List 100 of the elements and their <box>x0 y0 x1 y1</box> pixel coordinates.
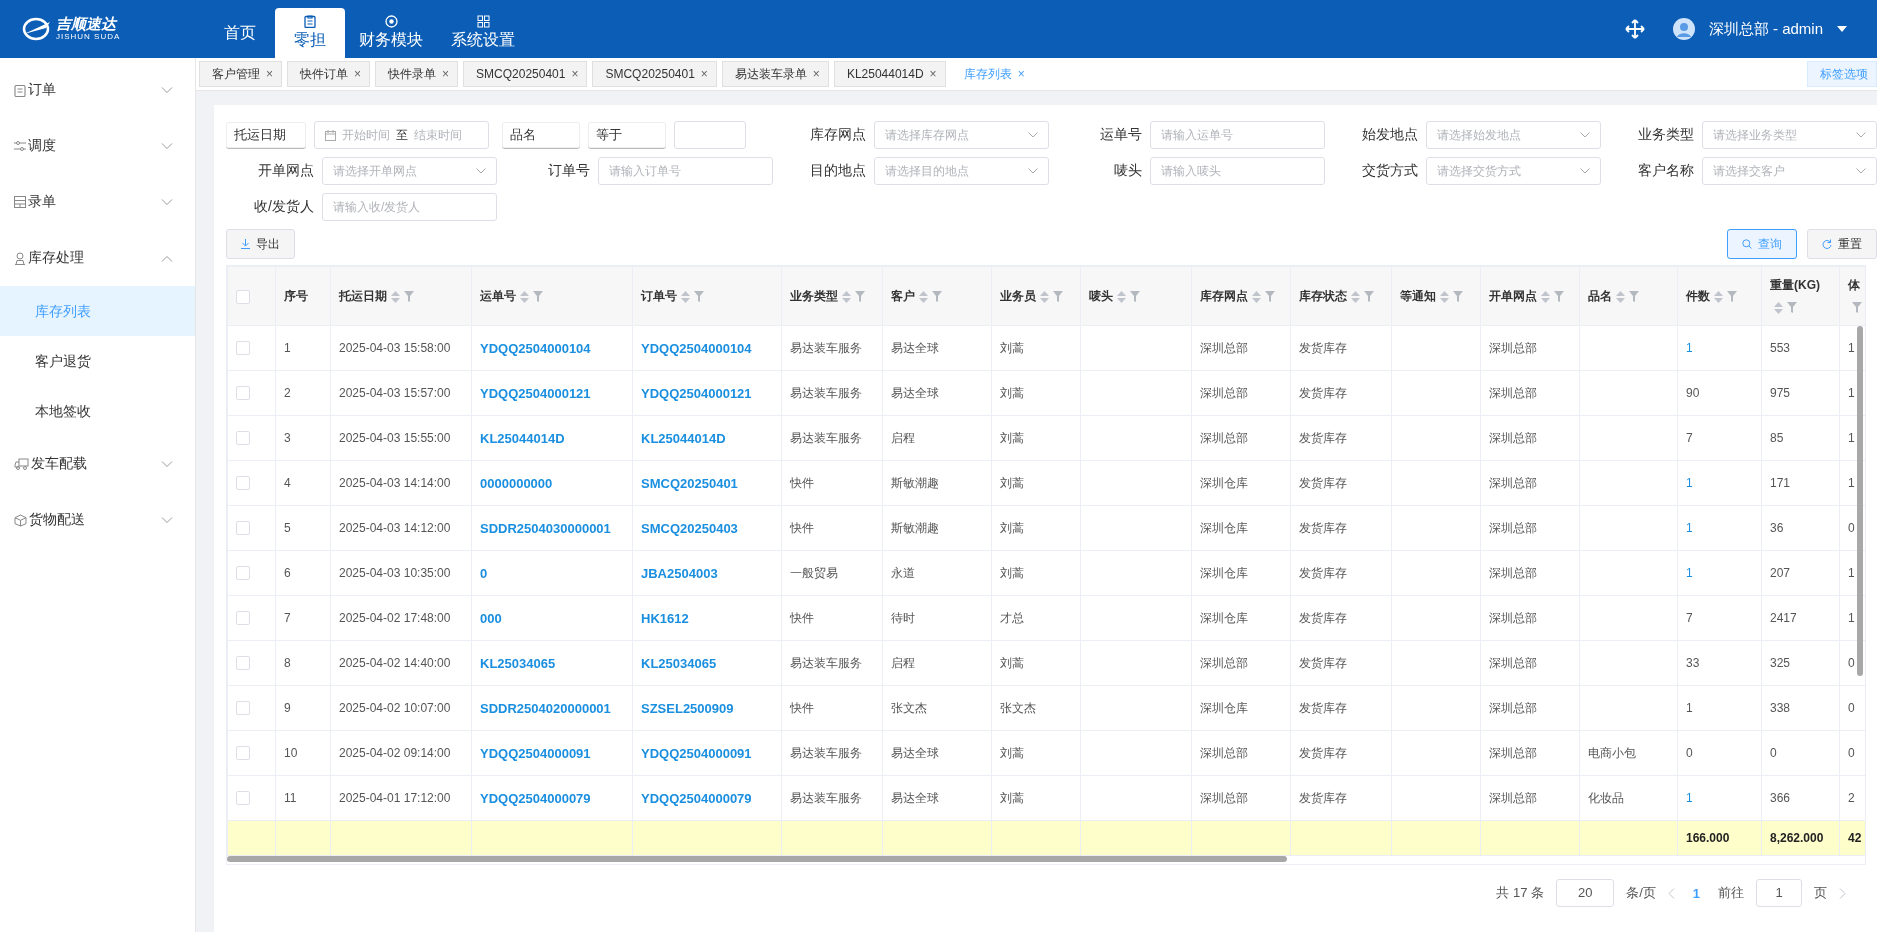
sidebar-subitem[interactable]: 客户退货 <box>0 336 195 386</box>
table-cell: 发货库存 <box>1290 730 1392 776</box>
field-select[interactable]: 品名 <box>502 121 580 149</box>
sidebar-item[interactable]: 货物配送 <box>0 492 195 548</box>
page-tab[interactable]: 快件录单 × <box>375 61 459 87</box>
table-cell: 171 <box>1761 460 1840 506</box>
table-cell: 深圳总部 <box>1191 415 1291 461</box>
table-cell: SMCQ20250403 <box>632 505 782 551</box>
filter-label: 开单网点 <box>257 162 314 180</box>
table-cell: 325 <box>1761 640 1840 686</box>
table-cell: 2025-04-03 14:12:00 <box>330 505 472 551</box>
table-cell: 易达全球 <box>882 325 992 371</box>
column-header[interactable]: 库存网点 <box>1191 266 1291 326</box>
table-cell: 9 <box>275 685 331 731</box>
table-cell: 易达装车服务 <box>781 640 883 686</box>
table-cell: YDQQ2504000104 <box>471 325 633 371</box>
column-header[interactable]: 运单号 <box>471 266 633 326</box>
reset-button[interactable]: 重置 <box>1807 229 1877 259</box>
table-cell: 刘蒿 <box>991 415 1081 461</box>
table-cell: 易达全球 <box>882 775 992 821</box>
table-cell: 1 <box>1677 550 1762 596</box>
table-cell: 2025-04-03 14:14:00 <box>330 460 472 506</box>
table-cell: 易达装车服务 <box>781 775 883 821</box>
page-tab[interactable]: SMCQ20250401 × <box>463 61 588 87</box>
column-header[interactable]: 托运日期 <box>330 266 472 326</box>
table-cell: 2025-04-02 14:40:00 <box>330 640 472 686</box>
table-cell: 发货库存 <box>1290 685 1392 731</box>
operator-select[interactable]: 等于 <box>588 121 666 149</box>
page-tab[interactable]: 快件订单 × <box>287 61 371 87</box>
input-field[interactable]: 请输入运单号 <box>1150 121 1325 149</box>
filter-label: 客户名称 <box>1637 162 1694 180</box>
table-cell: 永道 <box>882 550 992 596</box>
filter-label: 始发地点 <box>1361 126 1418 144</box>
nav-tab[interactable]: 财务模块 <box>345 8 437 58</box>
page-input[interactable]: 1 <box>1756 879 1802 907</box>
table-cell: 338 <box>1761 685 1840 731</box>
input-field[interactable]: 请输入唛头 <box>1150 157 1325 185</box>
table-cell: 刘蒿 <box>991 505 1081 551</box>
sidebar-item[interactable]: 录单 <box>0 174 195 230</box>
export-button[interactable]: 导出 <box>226 229 295 259</box>
table-cell: 深圳总部 <box>1191 730 1291 776</box>
table-cell: 5 <box>275 505 331 551</box>
nav-tab[interactable]: 零担 <box>275 8 345 58</box>
table-cell: 刘蒿 <box>991 325 1081 371</box>
column-header[interactable]: 体 <box>1839 266 1865 326</box>
column-header[interactable]: 订单号 <box>632 266 782 326</box>
table-cell: 易达装车服务 <box>781 325 883 371</box>
table-cell: 深圳总部 <box>1480 730 1580 776</box>
page-tab[interactable]: SMCQ20250401 × <box>592 61 717 87</box>
table-cell: 易达装车服务 <box>781 730 883 776</box>
date-type-select[interactable]: 托运日期 <box>226 121 306 149</box>
sidebar-item[interactable]: 调度 <box>0 118 195 174</box>
column-header[interactable]: 库存状态 <box>1290 266 1392 326</box>
table-cell: 2025-04-02 09:14:00 <box>330 730 472 776</box>
table-cell: 0000000000 <box>471 460 633 506</box>
input-field[interactable]: 请输入收/发货人 <box>322 193 497 221</box>
table-cell: 2025-04-03 15:57:00 <box>330 370 472 416</box>
table-cell: 张文杰 <box>882 685 992 731</box>
table-cell: 2025-04-02 10:07:00 <box>330 685 472 731</box>
sidebar-label: 调度 <box>28 137 57 155</box>
table-cell: 刘蒿 <box>991 640 1081 686</box>
user-menu[interactable]: 深圳总部 - admin <box>1708 19 1823 39</box>
column-header[interactable]: 件数 <box>1677 266 1762 326</box>
filter-label: 库存网点 <box>809 126 866 144</box>
sidebar-item[interactable]: 发车配载 <box>0 436 195 492</box>
table-cell: 深圳总部 <box>1480 595 1580 641</box>
column-header[interactable]: 业务员 <box>991 266 1081 326</box>
table-cell: 才总 <box>991 595 1081 641</box>
table-cell: 深圳仓库 <box>1191 460 1291 506</box>
column-header[interactable]: 客户 <box>882 266 992 326</box>
column-header[interactable]: 重量(KG) <box>1761 266 1840 326</box>
column-header[interactable]: 序号 <box>275 266 331 326</box>
column-header[interactable]: 唛头 <box>1080 266 1192 326</box>
table-cell: YDQQ2504000121 <box>471 370 633 416</box>
column-header[interactable]: 开单网点 <box>1480 266 1580 326</box>
date-range-field[interactable]: 开始时间 至 结束时间 <box>314 121 489 149</box>
page-tab[interactable]: KL25044014D × <box>833 61 946 87</box>
page-tab[interactable]: 客户管理 × <box>199 61 282 87</box>
table-cell: 快件 <box>781 595 883 641</box>
table-cell: 快件 <box>781 505 883 551</box>
table-cell: KL25034065 <box>632 640 782 686</box>
sidebar-subitem[interactable]: 本地签收 <box>0 386 195 436</box>
input-field[interactable]: 请输入订单号 <box>598 157 773 185</box>
sidebar-item[interactable]: 订单 <box>0 62 195 118</box>
page-size-select[interactable]: 20 <box>1556 879 1615 907</box>
table-cell: 7 <box>1677 595 1762 641</box>
column-header[interactable]: 业务类型 <box>781 266 883 326</box>
nav-tab[interactable]: 系统设置 <box>437 8 529 58</box>
table-cell: 深圳总部 <box>1480 370 1580 416</box>
table-cell: 2417 <box>1761 595 1840 641</box>
table-cell: 发货库存 <box>1290 595 1392 641</box>
table-cell: 启程 <box>882 415 992 461</box>
table-cell: 366 <box>1761 775 1840 821</box>
table-cell: 8 <box>275 640 331 686</box>
table-cell: SDDR2504030000001 <box>471 505 633 551</box>
sidebar-item[interactable]: 库存处理 <box>0 230 195 286</box>
nav-tab[interactable]: 首页 <box>205 8 275 58</box>
page-tab[interactable]: 易达装车录单 × <box>721 61 829 87</box>
column-header[interactable]: 等通知 <box>1391 266 1481 326</box>
column-header[interactable]: 品名 <box>1579 266 1678 326</box>
